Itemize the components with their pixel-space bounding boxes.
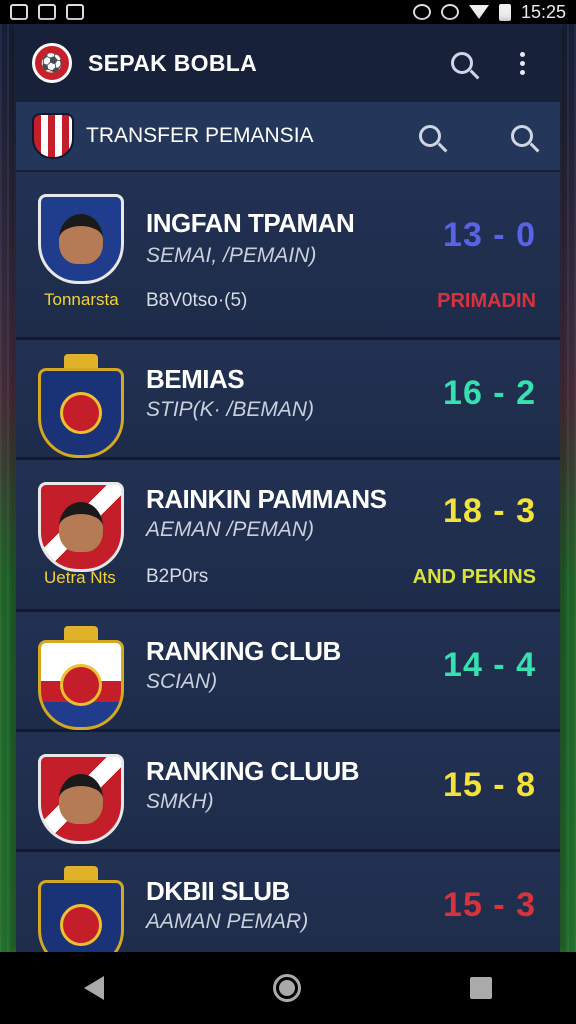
item-meta: B2P0rs [146,566,209,587]
item-name: RAINKIN PAMMANS [146,484,387,514]
item-subtitle: STIP(K· /BEMAN) [146,398,315,421]
club-crest [38,866,124,952]
home-icon[interactable] [272,974,301,1002]
player-avatar [59,214,103,264]
item-score: 15 - 3 [443,886,536,924]
item-tag: PRIMADIN [437,290,536,312]
player-crest [38,482,124,572]
item-subtitle: SEMAI, /PEMAIN) [146,244,317,267]
item-tag: AND PEKINS [412,566,536,588]
list-item[interactable]: INGFAN TPAMAN SEMAI, /PEMAIN) 13 - 0 Ton… [16,172,560,340]
battery-icon [498,3,511,21]
section-search-button[interactable] [408,114,452,158]
club-crest [38,354,124,458]
back-icon[interactable] [84,976,105,1000]
item-meta: B8V0tso·(5) [146,290,248,311]
item-name: RANKING CLUB [146,636,341,666]
item-score: 15 - 8 [443,766,536,804]
crown-icon [64,354,98,368]
search-icon [451,52,473,74]
list-item[interactable]: RANKING CLUUB SMKH) 15 - 8 [16,732,560,852]
search-icon [419,125,441,147]
status-bar: 15:25 [0,0,576,24]
item-score: 18 - 3 [443,492,536,530]
list-item[interactable]: BEMIAS STIP(K· /BEMAN) 16 - 2 [16,340,560,460]
app-panel: ⚽ SEPAK BOBLA TRANSFER PEMANSIA INGFAN T… [16,24,560,952]
club-emblem-icon [60,664,102,706]
system-nav-bar [0,952,576,1024]
club-logo [32,113,74,159]
section-title: TRANSFER PEMANSIA [86,124,314,147]
item-left-label: Tonnarsta [44,290,119,309]
app-title: SEPAK BOBLA [88,49,257,76]
wifi-icon [468,5,489,19]
item-subtitle: SCIAN) [146,670,218,693]
item-subtitle: AAMAN PEMAR) [146,910,309,933]
item-score: 13 - 0 [443,216,536,254]
search-button[interactable] [440,41,484,85]
club-emblem-icon [60,392,102,434]
item-name: INGFAN TPAMAN [146,208,355,238]
app-logo: ⚽ [32,43,72,83]
item-subtitle: AEMAN /PEMAN) [146,518,315,541]
filter-search-button[interactable] [500,114,544,158]
item-left-label: Uetra Nts [44,568,116,587]
recents-icon[interactable] [469,977,492,999]
ranking-list: INGFAN TPAMAN SEMAI, /PEMAIN) 13 - 0 Ton… [16,172,560,952]
item-name: RANKING CLUUB [146,756,360,786]
notification-icon [10,4,28,20]
section-header: TRANSFER PEMANSIA [16,102,560,172]
clock: 15:25 [520,1,566,22]
crown-icon [64,866,98,880]
player-avatar [59,774,103,824]
item-subtitle: SMKH) [146,790,214,813]
item-name: BEMIAS [146,364,245,394]
list-item[interactable]: RANKING CLUB SCIAN) 14 - 4 [16,612,560,732]
item-score: 16 - 2 [443,374,536,412]
settings-icon [440,4,459,20]
crown-icon [64,626,98,640]
club-emblem-icon [60,904,102,946]
more-options-button[interactable] [500,41,544,85]
list-item[interactable]: DKBII SLUB AAMAN PEMAR) 15 - 3 [16,852,560,952]
notification-icons [10,4,84,20]
mail-icon [38,4,56,20]
list-item[interactable]: RAINKIN PAMMANS AEMAN /PEMAN) 18 - 3 Uet… [16,460,560,612]
alarm-icon [412,4,431,20]
app-bar: ⚽ SEPAK BOBLA [16,24,560,102]
club-crest [38,626,124,730]
image-icon [66,4,84,20]
player-avatar [59,502,103,552]
search-icon [511,125,533,147]
item-name: DKBII SLUB [146,876,290,906]
system-icons: 15:25 [412,1,566,23]
kebab-menu-icon [519,51,525,75]
item-score: 14 - 4 [443,646,536,684]
player-crest [38,194,124,284]
player-crest [38,754,124,844]
